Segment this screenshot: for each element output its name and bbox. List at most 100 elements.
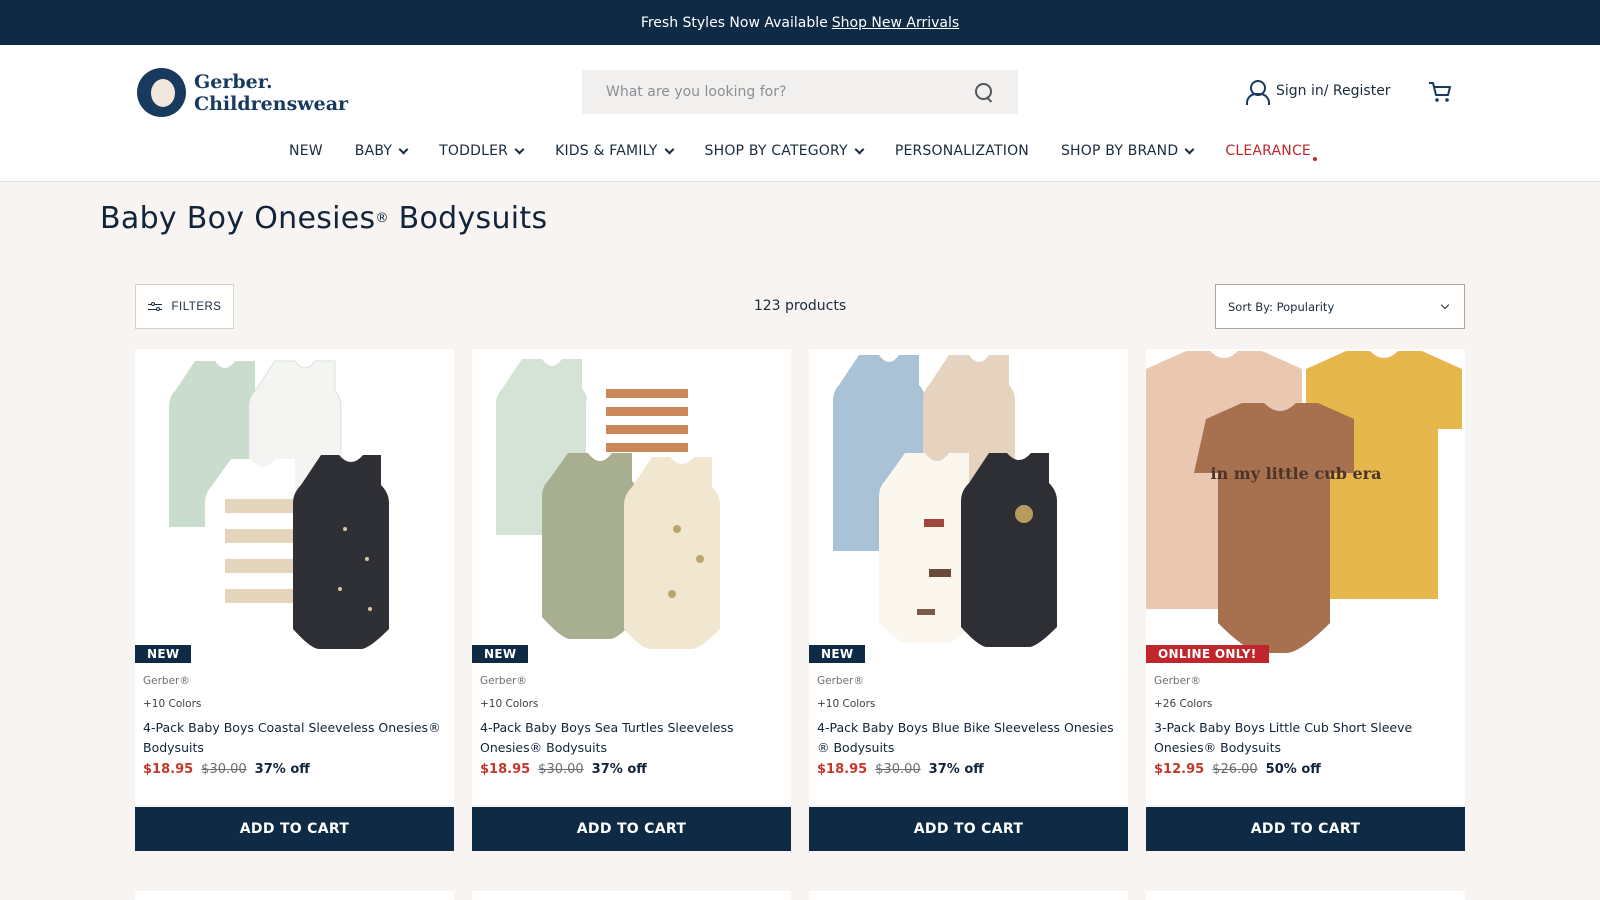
onesie-pack-illustration — [833, 355, 1057, 647]
search-icon[interactable] — [974, 82, 994, 102]
nav-label: CLEARANCE — [1225, 143, 1311, 159]
promo-text: Fresh Styles Now Available — [640, 14, 828, 31]
onesie-pack-illustration — [496, 359, 720, 649]
discount-label: 37% off — [928, 762, 984, 777]
product-colors[interactable]: +10 Colors — [143, 698, 446, 710]
chevron-down-icon — [398, 144, 409, 154]
product-prices: $18.95 $30.00 37% off — [143, 762, 446, 777]
product-colors[interactable]: +26 Colors — [1154, 698, 1457, 710]
site-header: Gerber. Childrenswear Sign in/ Register … — [0, 45, 1600, 182]
product-card-partial[interactable] — [1146, 891, 1465, 900]
sale-price: $18.95 — [480, 762, 531, 777]
product-badge: NEW — [809, 645, 866, 663]
nav-item-kids-family[interactable]: KIDS & FAMILY — [539, 143, 688, 159]
page-title-main: Baby Boy Onesies — [100, 201, 376, 236]
product-card-partial[interactable] — [809, 891, 1128, 900]
product-brand: Gerber® — [143, 675, 190, 687]
product-badge: ONLINE ONLY! — [1146, 645, 1269, 663]
product-name[interactable]: 3-Pack Baby Boys Little Cub Short Sleeve… — [1154, 718, 1457, 758]
user-icon — [1246, 80, 1270, 105]
onesie-pack-illustration: in my little cub era — [1146, 351, 1462, 653]
discount-label: 37% off — [591, 762, 647, 777]
nav-label: KIDS & FAMILY — [555, 143, 658, 159]
page-title-suffix: Bodysuits — [388, 201, 548, 236]
product-badge: NEW — [135, 645, 192, 663]
add-to-cart-button[interactable]: ADD TO CART — [472, 807, 791, 851]
product-image[interactable]: in my little cub era ONLINE ONLY! — [1146, 349, 1465, 663]
product-grid: NEW Gerber® +10 Colors 4-Pack Baby Boys … — [135, 349, 1465, 851]
product-brand: Gerber® — [817, 675, 864, 687]
product-count: 123 products — [753, 298, 847, 314]
product-card-partial[interactable] — [135, 891, 454, 900]
filter-sliders-icon — [147, 301, 162, 312]
original-price: $30.00 — [201, 762, 247, 777]
filters-button[interactable]: FILTERS — [135, 284, 234, 329]
product-info: Gerber® +10 Colors 4-Pack Baby Boys Blue… — [809, 663, 1128, 805]
sale-price: $12.95 — [1154, 762, 1205, 777]
page-title: Baby Boy Onesies® Bodysuits — [100, 201, 547, 236]
nav-item-new[interactable]: NEW — [273, 143, 339, 159]
account-link[interactable]: Sign in/ Register — [1246, 80, 1391, 105]
nav-item-toddler[interactable]: TODDLER — [423, 143, 539, 159]
chevron-down-icon — [1184, 144, 1195, 154]
discount-label: 37% off — [254, 762, 310, 777]
discount-label: 50% off — [1265, 762, 1321, 777]
nav-label: TODDLER — [439, 143, 509, 159]
registered-mark: ® — [375, 211, 389, 226]
product-image[interactable]: NEW — [135, 349, 454, 663]
nav-label: SHOP BY CATEGORY — [704, 143, 848, 159]
add-to-cart-button[interactable]: ADD TO CART — [135, 807, 454, 851]
logo-line-1: Gerber. — [194, 70, 273, 93]
original-price: $30.00 — [538, 762, 584, 777]
gerber-baby-logo-icon — [137, 68, 186, 117]
onesie-pack-illustration — [169, 360, 389, 649]
nav-item-clearance[interactable]: CLEARANCE — [1209, 143, 1327, 161]
chevron-down-icon — [664, 144, 674, 154]
nav-item-baby[interactable]: BABY — [339, 143, 423, 159]
add-to-cart-button[interactable]: ADD TO CART — [809, 807, 1128, 851]
product-name[interactable]: 4-Pack Baby Boys Sea Turtles Sleeveless … — [480, 718, 783, 758]
product-prices: $18.95 $30.00 37% off — [480, 762, 783, 777]
sort-dropdown[interactable]: Sort By: Popularity — [1215, 284, 1465, 329]
logo-line-2: Childrenswear — [194, 92, 349, 115]
chevron-down-icon — [1440, 300, 1450, 310]
cart-icon[interactable] — [1428, 81, 1452, 103]
product-info: Gerber® +10 Colors 4-Pack Baby Boys Sea … — [472, 663, 791, 805]
onesie-print-text: in my little cub era — [1211, 464, 1382, 483]
product-colors[interactable]: +10 Colors — [817, 698, 1120, 710]
product-card: NEW Gerber® +10 Colors 4-Pack Baby Boys … — [809, 349, 1128, 851]
sort-label: Sort By: Popularity — [1228, 299, 1335, 314]
nav-label: SHOP BY BRAND — [1060, 143, 1179, 159]
chevron-down-icon — [854, 144, 865, 154]
product-card: NEW Gerber® +10 Colors 4-Pack Baby Boys … — [135, 349, 454, 851]
original-price: $30.00 — [875, 762, 921, 777]
product-brand: Gerber® — [1154, 675, 1201, 687]
shop-new-arrivals-link[interactable]: Shop New Arrivals — [832, 15, 959, 31]
product-image[interactable]: NEW — [809, 349, 1128, 663]
product-name[interactable]: 4-Pack Baby Boys Coastal Sleeveless Ones… — [143, 718, 446, 758]
gerber-logo[interactable]: Gerber. Childrenswear — [137, 68, 348, 117]
original-price: $26.00 — [1212, 762, 1258, 777]
product-card: in my little cub era ONLINE ONLY! Gerber… — [1146, 349, 1465, 851]
nav-label: NEW — [289, 143, 323, 159]
product-image[interactable]: NEW — [472, 349, 791, 663]
product-card-partial[interactable] — [472, 891, 791, 900]
product-colors[interactable]: +10 Colors — [480, 698, 783, 710]
chevron-down-icon — [514, 144, 525, 154]
product-info: Gerber® +26 Colors 3-Pack Baby Boys Litt… — [1146, 663, 1465, 805]
nav-label: PERSONALIZATION — [894, 143, 1029, 159]
product-name[interactable]: 4-Pack Baby Boys Blue Bike Sleeveless On… — [817, 718, 1120, 758]
add-to-cart-button[interactable]: ADD TO CART — [1146, 807, 1465, 851]
sale-price: $18.95 — [817, 762, 868, 777]
nav-item-shop-by-category[interactable]: SHOP BY CATEGORY — [689, 143, 879, 159]
nav-item-personalization[interactable]: PERSONALIZATION — [879, 143, 1045, 159]
nav-label: BABY — [354, 143, 393, 159]
nav-item-shop-by-brand[interactable]: SHOP BY BRAND — [1045, 143, 1209, 159]
clearance-dot — [1312, 157, 1317, 161]
product-grid-row-2 — [135, 891, 1465, 900]
main-nav: NEW BABY TODDLER KIDS & FAMILY SHOP BY C… — [0, 143, 1600, 161]
promo-bar: Fresh Styles Now Available Shop New Arri… — [0, 0, 1600, 45]
logo-wordmark: Gerber. Childrenswear — [194, 71, 348, 115]
product-prices: $18.95 $30.00 37% off — [817, 762, 1120, 777]
search-input[interactable] — [606, 84, 974, 100]
